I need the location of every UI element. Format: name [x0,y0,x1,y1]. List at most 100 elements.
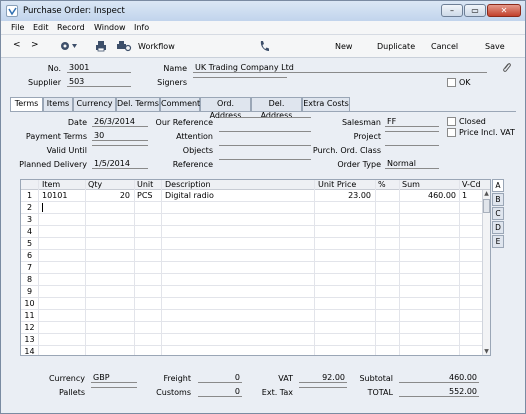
ext-tax-field[interactable] [299,387,347,388]
phone-icon[interactable] [259,40,269,54]
table-row[interactable]: 11 [21,310,483,322]
no-field[interactable]: 3001 [67,63,131,73]
unit-price-cell[interactable]: 23.00 [314,191,371,200]
table-row[interactable]: 8 [21,274,483,286]
back-icon[interactable]: < [13,40,21,50]
ok-checkbox[interactable] [447,78,456,87]
customs-field[interactable]: 0 [198,387,242,397]
table-row[interactable]: 1 10101 20 PCS Digital radio 23.00 460.0… [21,190,483,202]
vcd-cell[interactable]: 1 [462,191,467,200]
col-sum[interactable]: Sum [402,180,420,189]
tab-currency[interactable]: Currency [73,97,116,111]
attachment-icon[interactable] [502,62,512,76]
attention-field[interactable] [219,131,311,132]
grid-tab-b[interactable]: B [492,193,504,206]
table-row[interactable]: 3 [21,214,483,226]
col-description[interactable]: Description [165,180,211,189]
salesman-field[interactable]: FF [385,117,439,127]
payment-terms-field[interactable]: 30 [92,131,148,141]
close-button[interactable]: ✕ [487,4,521,17]
table-row[interactable]: 13 [21,334,483,346]
items-grid: Item Qty Unit Description Unit Price % S… [20,179,491,356]
tab-del-address[interactable]: Del. Address [251,97,302,120]
purchase-order-window: Purchase Order: Inspect – ▭ ✕ File Edit … [0,0,526,414]
minimize-button[interactable]: – [441,4,463,17]
pallets-field[interactable] [91,387,137,388]
table-row[interactable]: 14 [21,346,483,358]
table-row[interactable]: 2 [21,202,483,214]
scroll-down-icon[interactable]: ▼ [483,348,490,355]
closed-checkbox[interactable] [447,117,456,126]
scroll-up-icon[interactable]: ▲ [483,190,490,197]
table-row[interactable]: 5 [21,238,483,250]
new-button[interactable]: New [335,42,352,51]
col-unit[interactable]: Unit [137,180,153,189]
vat-field[interactable]: 92.00 [299,373,347,383]
item-cell[interactable]: 10101 [42,191,67,200]
table-row[interactable]: 12 [21,322,483,334]
table-row[interactable]: 6 [21,250,483,262]
freight-field[interactable]: 0 [198,373,242,383]
print-preview-icon[interactable] [116,40,132,54]
tab-extra-costs[interactable]: Extra Costs [302,97,350,111]
tab-items[interactable]: Items [43,97,73,111]
col-item[interactable]: Item [42,180,60,189]
order-type-field[interactable]: Normal [385,159,439,169]
col-qty[interactable]: Qty [88,180,102,189]
menu-window[interactable]: Window [94,23,126,32]
grid-tab-e[interactable]: E [492,235,504,248]
table-row[interactable]: 10 [21,298,483,310]
signers-field[interactable] [193,77,287,78]
tab-terms[interactable]: Terms [10,97,43,112]
project-field[interactable] [385,131,439,132]
menu-file[interactable]: File [11,23,24,32]
tab-del-terms[interactable]: Del. Terms [116,97,160,111]
price-incl-vat-checkbox[interactable] [447,128,456,137]
col-vcd[interactable]: V-Cd [462,180,481,189]
sum-cell[interactable]: 460.00 [399,191,456,200]
menu-info[interactable]: Info [134,23,149,32]
table-row[interactable]: 7 [21,262,483,274]
menu-edit[interactable]: Edit [33,23,49,32]
no-label: No. [47,64,61,73]
reference-field[interactable] [219,159,311,160]
planned-delivery-field[interactable]: 1/5/2014 [92,159,148,169]
supplier-field[interactable]: 503 [67,77,131,87]
grid-tab-c[interactable]: C [492,207,504,220]
unit-cell[interactable]: PCS [137,191,153,200]
col-unit-price[interactable]: Unit Price [318,180,356,189]
purch-ord-class-field[interactable] [385,145,439,146]
forward-icon[interactable]: > [31,40,39,50]
maximize-icon: ▭ [471,6,479,15]
minimize-icon: – [450,6,454,15]
menu-record[interactable]: Record [57,23,85,32]
print-icon[interactable] [95,40,107,54]
signers-label: Signers [157,78,187,87]
currency-field[interactable]: GBP [91,373,137,383]
our-reference-field[interactable] [219,117,311,118]
table-row[interactable]: 9 [21,286,483,298]
description-cell[interactable]: Digital radio [165,191,214,200]
scrollbar-thumb[interactable] [483,199,490,213]
col-percent[interactable]: % [378,180,386,189]
tab-ord-address[interactable]: Ord. Address [200,97,251,120]
grid-tab-d[interactable]: D [492,221,504,234]
row-number: 7 [26,263,33,272]
maximize-button[interactable]: ▭ [464,4,486,17]
save-button[interactable]: Save [485,42,505,51]
table-row[interactable]: 4 [21,226,483,238]
purch-ord-class-label: Purch. Ord. Class [312,146,381,155]
grid-tab-a[interactable]: A [492,179,504,192]
cancel-button[interactable]: Cancel [431,42,458,51]
freight-label: Freight [163,374,191,383]
objects-field[interactable] [219,145,311,146]
qty-cell[interactable]: 20 [85,191,130,200]
duplicate-button[interactable]: Duplicate [377,42,415,51]
date-field[interactable]: 26/3/2014 [92,117,148,127]
valid-until-field[interactable] [92,145,148,146]
tab-comment[interactable]: Comment [160,97,200,111]
vertical-scrollbar[interactable]: ▲ ▼ [482,190,490,355]
name-field[interactable]: UK Trading Company Ltd [193,63,487,73]
workflow-button[interactable]: Workflow [138,42,175,51]
gear-icon[interactable] [59,40,79,54]
